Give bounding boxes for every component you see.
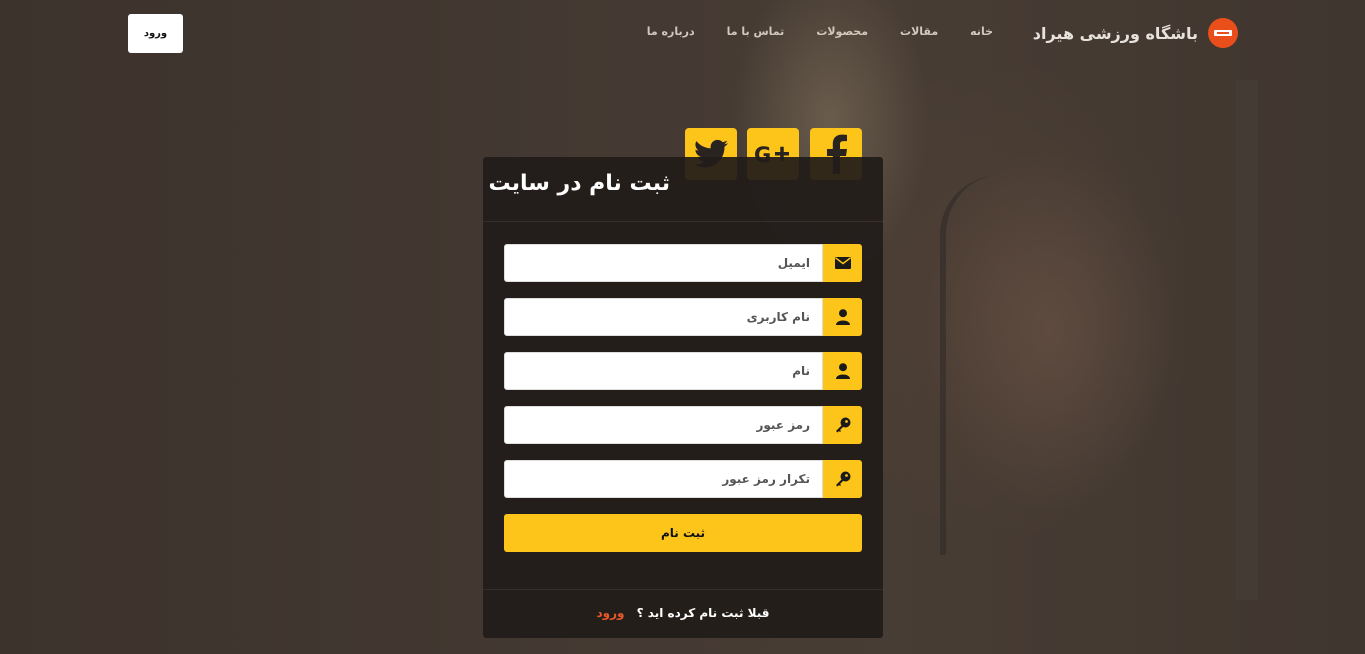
brand-name: باشگاه ورزشی هیراد [1032,23,1198,43]
confirm-password-addon [823,460,862,498]
navbar: باشگاه ورزشی هیراد خانه مقالات محصولات ت… [0,0,1365,66]
already-registered-text: قبلا ثبت نام کرده اید ؟ [636,606,770,620]
login-button[interactable]: ورود [128,14,183,53]
brand[interactable]: باشگاه ورزشی هیراد [1033,18,1238,48]
envelope-icon [834,257,851,269]
nav-item-about[interactable]: درباره ما [647,25,695,38]
login-link[interactable]: ورود [596,606,624,620]
user-icon [835,309,850,325]
email-addon [823,244,862,282]
username-field-group [504,298,862,336]
register-card: ثبت نام در سایت ایمیل نام کاربری نام ثبت… [483,157,883,638]
name-addon [823,352,862,390]
confirm-password-field[interactable] [504,460,823,498]
username-addon [823,298,862,336]
password-field-group [504,406,862,444]
divider [483,589,883,590]
email-field-group [504,244,862,282]
dumbbell-icon [1208,18,1238,48]
form-title: ثبت نام در سایت [488,171,670,196]
nav-item-home[interactable]: خانه [970,25,993,38]
key-icon [835,417,850,433]
nav-item-articles[interactable]: مقالات [900,25,938,38]
nav-item-contact[interactable]: تماس با ما [727,25,785,38]
key-icon [835,471,850,487]
register-button[interactable]: ثبت نام [504,514,862,552]
name-field-group [504,352,862,390]
user-icon [835,363,850,379]
nav-menu: خانه مقالات محصولات تماس با ما درباره ما [647,25,993,38]
password-addon [823,406,862,444]
nav-item-products[interactable]: محصولات [816,25,868,38]
password-field[interactable] [504,406,823,444]
card-footer: قبلا ثبت نام کرده اید ؟ ورود [483,606,883,620]
divider [483,221,883,222]
email-field[interactable] [504,244,823,282]
username-field[interactable] [504,298,823,336]
name-field[interactable] [504,352,823,390]
confirm-password-field-group [504,460,862,498]
